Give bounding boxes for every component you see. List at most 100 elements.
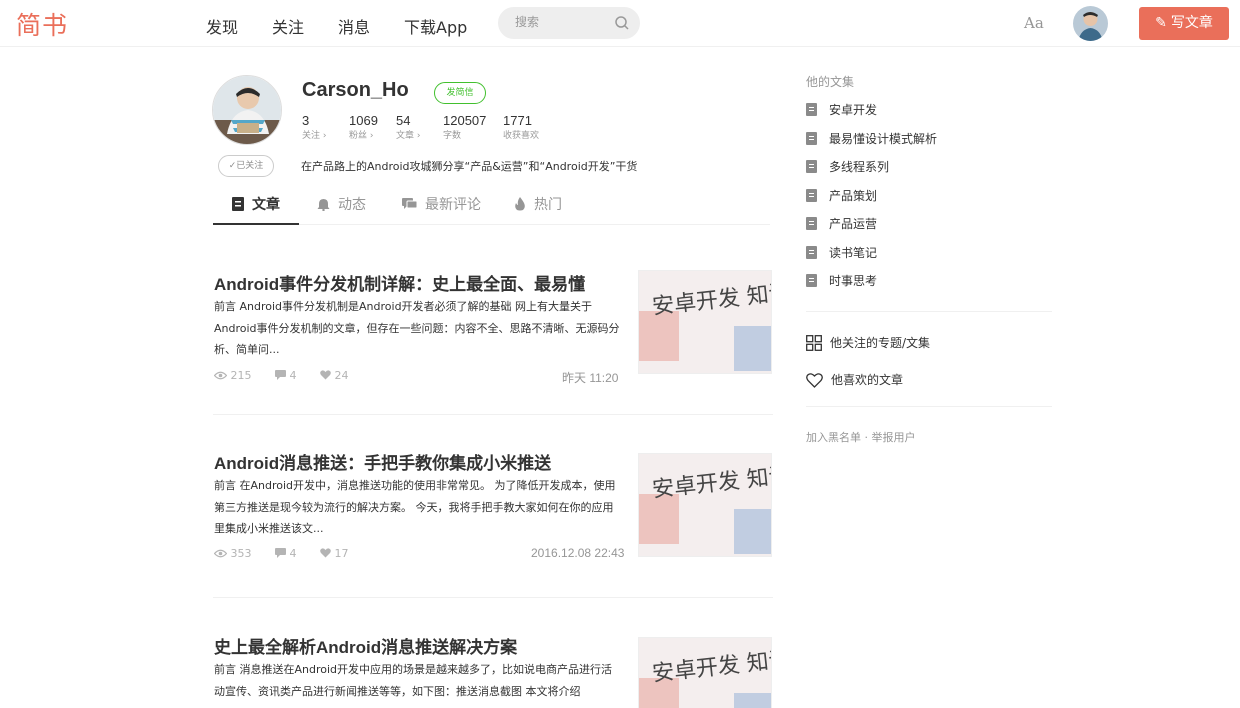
profile-username[interactable]: Carson_Ho [302,79,409,102]
stat-number: 1771 [503,113,532,128]
eye-icon [213,371,228,380]
collection-item[interactable]: 安卓开发 [806,101,877,118]
notebook-icon [806,274,817,287]
article-divider [213,597,773,598]
comments-count[interactable]: 4 [275,369,310,382]
stat-label: 粉丝 › [349,131,374,141]
article-item: 史上最全解析Android消息推送解决方案 前言 消息推送在Android开发中… [213,633,773,708]
article-item: Android事件分发机制详解：史上最全面、最易懂 前言 Android事件分发… [213,270,773,385]
article-divider [213,414,773,415]
sidebar-divider [806,406,1052,407]
notebook-icon [806,217,817,230]
profile-avatar[interactable] [212,75,282,145]
font-settings-toggle[interactable]: Aa [1024,14,1044,32]
article-abstract: 前言 消息推送在Android开发中应用的场景是越来越多了，比如说电商产品进行活… [214,663,613,698]
pen-icon: ✎ [1155,15,1167,31]
tab-label: 动态 [338,197,366,213]
stat-number: 1069 [349,113,378,128]
article-title[interactable]: Android事件分发机制详解：史上最全面、最易懂 [214,270,585,295]
collection-item[interactable]: 产品策划 [806,187,877,204]
user-avatar[interactable] [1073,6,1108,41]
stat-number: 3 [302,113,310,128]
stat-likes-received: 1771 收获喜欢 [503,113,539,141]
article-title[interactable]: Android消息推送：手把手教你集成小米推送 [214,449,551,474]
article-thumbnail[interactable]: 安卓开发 知识总结 [638,453,772,557]
article-abstract: 前言 在Android开发中，消息推送功能的使用非常常见。 为了降低开发成本，使… [214,479,616,535]
article-title[interactable]: 史上最全解析Android消息推送解决方案 [214,633,517,658]
block-report-links[interactable]: 加入黑名单 · 举报用户 [806,429,916,445]
profile-intro: 在产品路上的Android攻城狮分享“产品&运营”和“Android开发”干货 [301,160,638,173]
article-thumbnail[interactable]: 安卓开发 知识总结 [638,637,772,708]
stat-label: 关注 › [302,131,327,141]
article-meta: 215 4 24 [213,369,369,382]
nav-follow[interactable]: 关注 [272,14,304,38]
stat-following[interactable]: 3 关注 › [302,113,326,141]
logo[interactable]: 简书 [16,6,68,42]
stat-number: 54 [396,113,411,128]
nav-messages[interactable]: 消息 [338,14,370,38]
heart-outline-icon [806,373,823,388]
likes-count: 17 [320,547,359,560]
likes-count: 24 [320,369,359,382]
comment-icon [275,370,286,380]
stat-number: 120507 [443,113,487,128]
document-icon [232,197,244,213]
stat-label: 收获喜欢 [503,131,540,141]
search-box [498,7,640,39]
collection-item[interactable]: 产品运营 [806,215,877,232]
notebook-icon [806,246,817,259]
search-input[interactable] [515,15,611,29]
collection-item[interactable]: 多线程系列 [806,158,889,175]
collections-heading: 他的文集 [806,75,855,89]
write-article-label: 写文章 [1170,15,1213,31]
liked-articles-link[interactable]: 他喜欢的文章 [806,371,903,388]
sidebar-divider [806,311,1052,312]
article-thumbnail[interactable]: 安卓开发 知识总结 [638,270,772,374]
tab-activity[interactable]: 动态 [317,194,366,214]
collection-item[interactable]: 时事思考 [806,272,877,289]
collection-item[interactable]: 读书笔记 [806,244,877,261]
notebook-icon [806,160,817,173]
active-tab-indicator [213,223,299,225]
article-time: 2016.12.08 22:43 [531,546,625,560]
article-time: 昨天 11:20 [562,371,619,385]
tab-hot[interactable]: 热门 [514,194,562,214]
top-navbar: 简书 发现 关注 消息 下载App Aa ✎写文章 [0,0,1240,47]
profile-tabs: 文章 动态 最新评论 热门 [213,180,770,225]
notebook-icon [806,132,817,145]
send-message-button[interactable]: 发简信 [434,82,486,104]
nav-download-app[interactable]: 下载App [404,14,467,38]
views-count: 215 [213,369,265,382]
notebook-icon [806,103,817,116]
article-meta: 353 4 17 [213,547,369,560]
stat-label: 字数 [443,131,462,141]
grid-icon [806,335,822,351]
comments-count[interactable]: 4 [275,547,310,560]
heart-icon [320,548,331,558]
notebook-icon [806,189,817,202]
stat-articles[interactable]: 54 文章 › [396,113,420,141]
comment-icon [275,548,286,558]
nav-discover[interactable]: 发现 [206,14,238,38]
article-item: Android消息推送：手把手教你集成小米推送 前言 在Android开发中，消… [213,449,773,560]
views-count: 353 [213,547,265,560]
stat-word-count: 120507 字数 [443,113,486,141]
eye-icon [213,549,228,558]
tab-label: 热门 [534,197,562,213]
tab-label: 文章 [252,197,280,213]
tab-latest-comments[interactable]: 最新评论 [402,194,481,214]
comment-icon [402,197,418,213]
stat-followers[interactable]: 1069 粉丝 › [349,113,378,141]
article-abstract: 前言 Android事件分发机制是Android开发者必须了解的基础 网上有大量… [214,300,620,356]
heart-icon [320,370,331,380]
followed-topics-link[interactable]: 他关注的专题/文集 [806,334,930,351]
fire-icon [514,197,526,213]
collection-item[interactable]: 最易懂设计模式解析 [806,130,937,147]
stat-label: 文章 › [396,131,421,141]
bell-icon [317,197,330,213]
search-icon[interactable] [614,15,630,31]
tab-label: 最新评论 [425,197,481,213]
followed-button[interactable]: ✓已关注 [218,155,274,177]
write-article-button[interactable]: ✎ 写文章 [1139,7,1229,40]
tab-articles[interactable]: 文章 [232,194,280,214]
